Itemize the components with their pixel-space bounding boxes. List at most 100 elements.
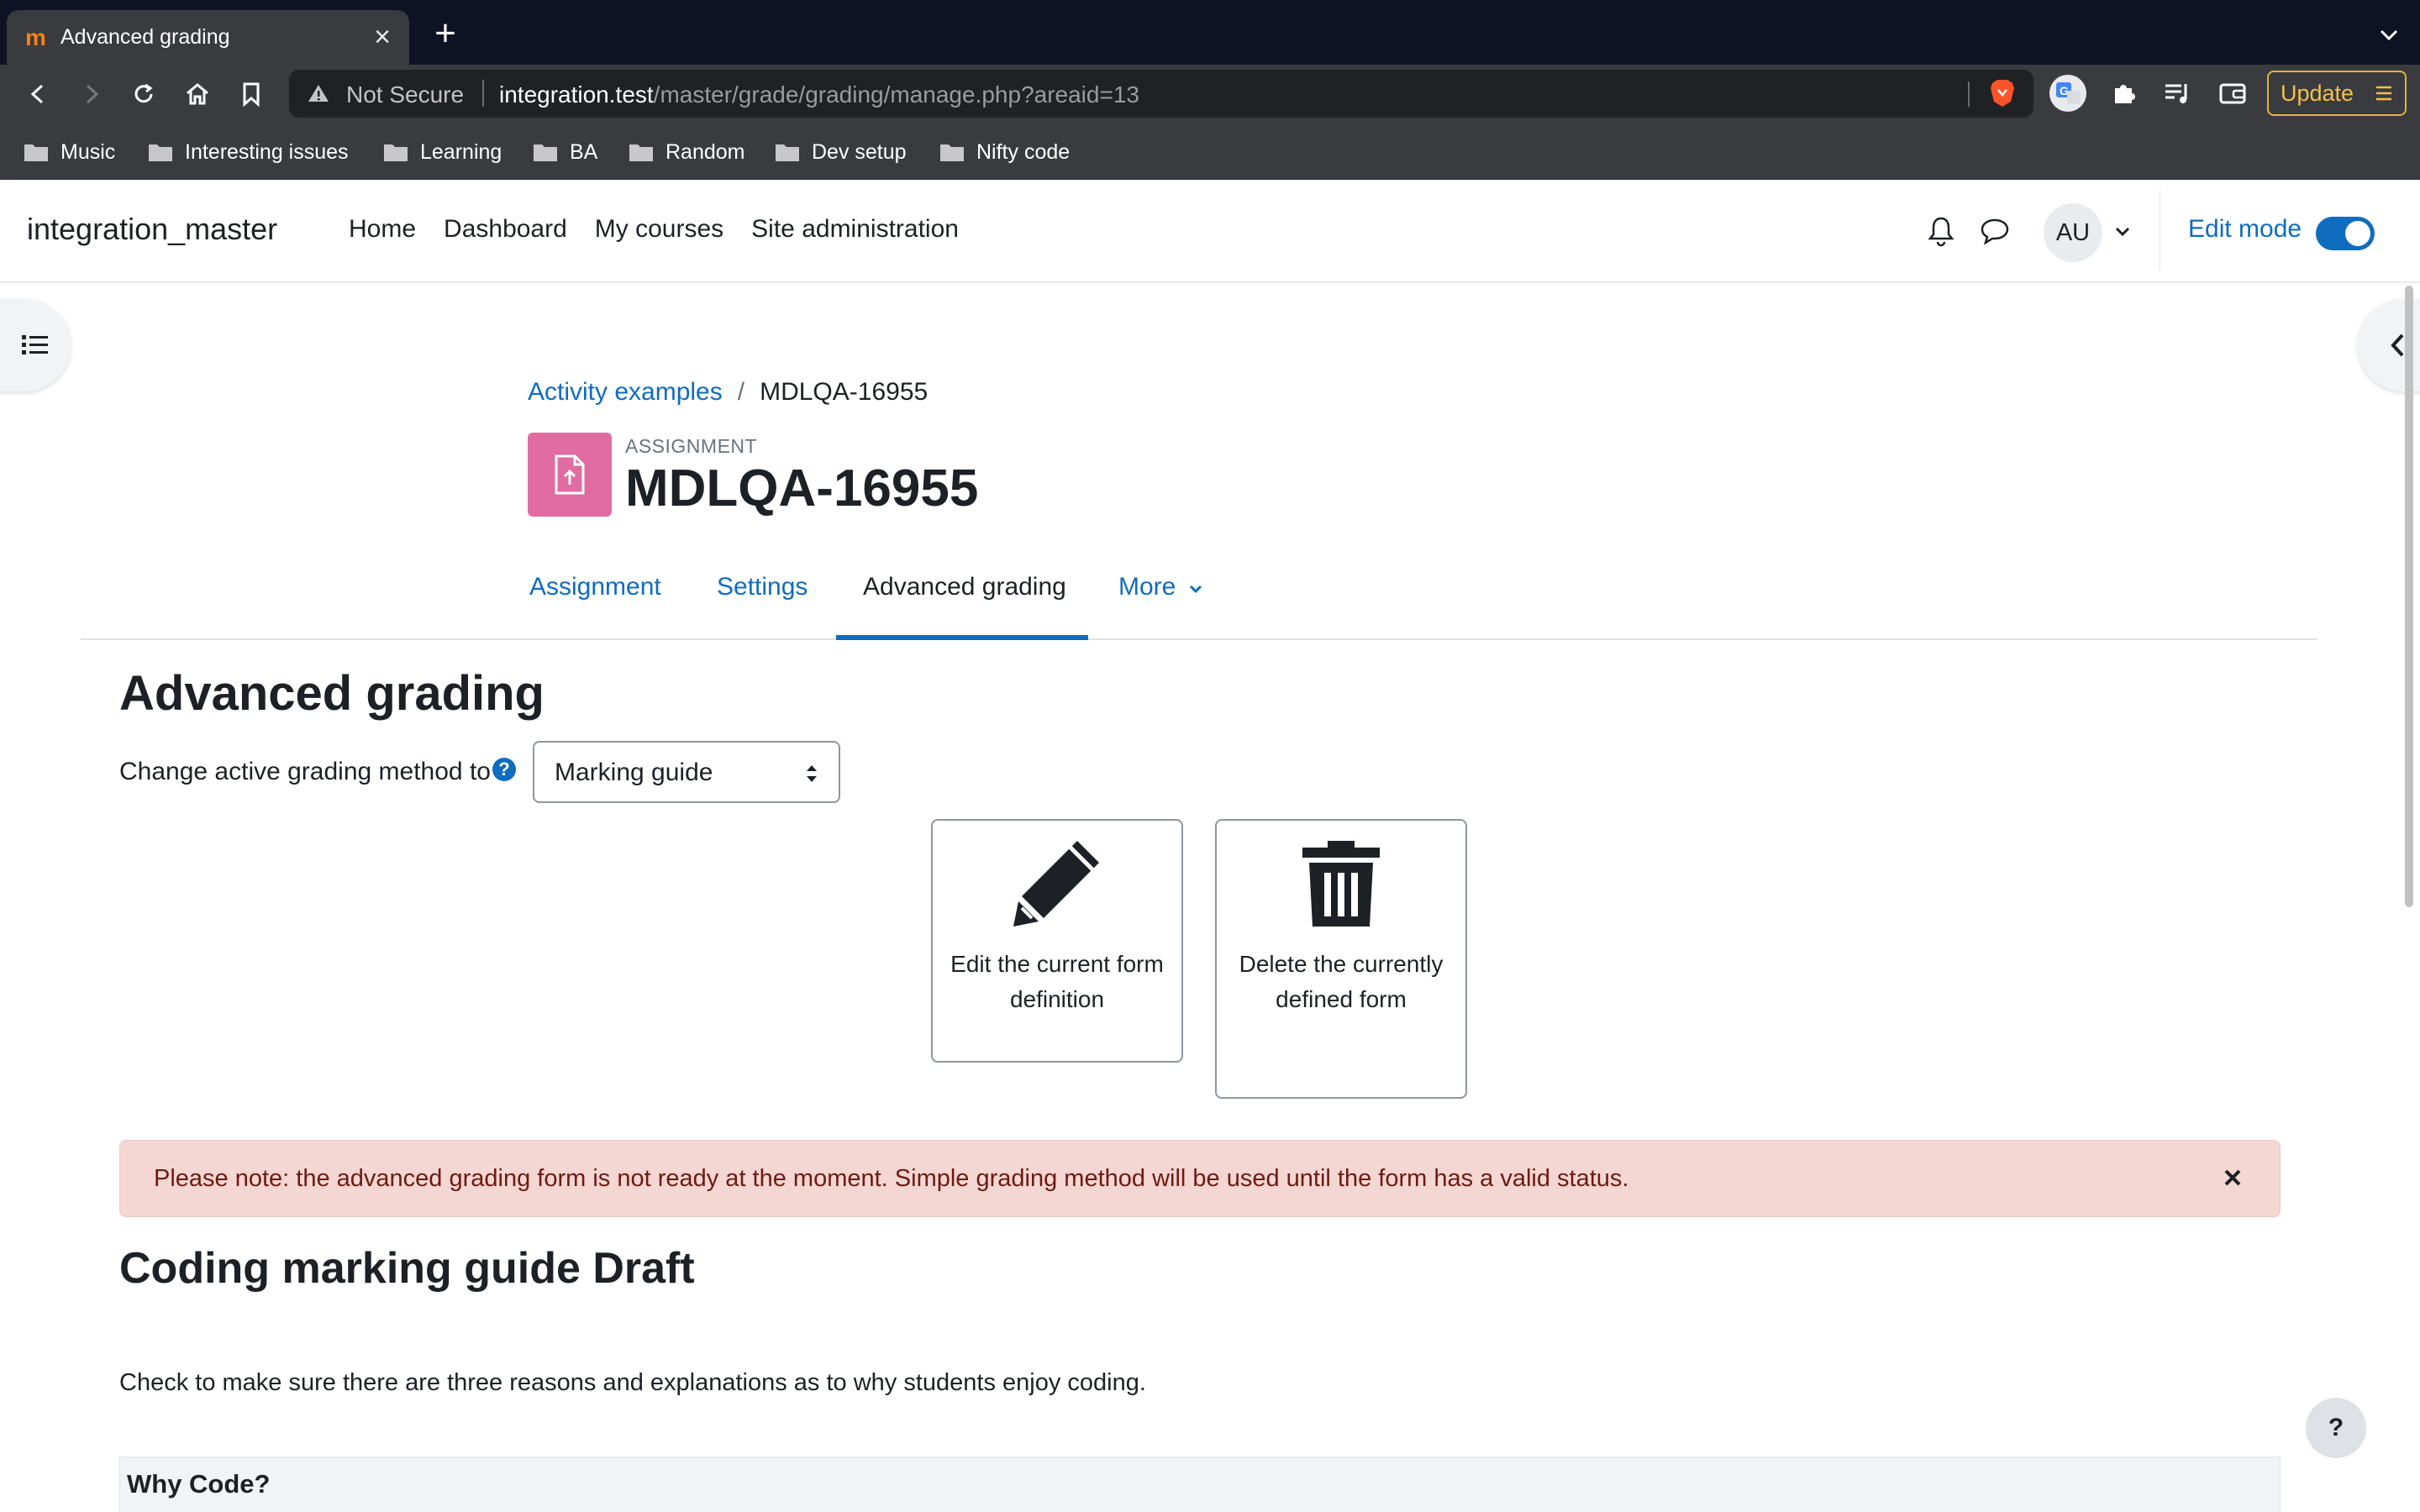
wallet-icon[interactable] <box>2213 74 2252 113</box>
nav-my-courses[interactable]: My courses <box>595 215 723 244</box>
folder-icon <box>776 144 799 161</box>
grading-method-selected: Marking guide <box>555 759 713 786</box>
user-avatar[interactable]: AU <box>2044 203 2102 262</box>
new-tab-icon[interactable]: + <box>429 15 462 52</box>
bookmark-label: Dev setup <box>812 139 907 164</box>
update-browser-button[interactable]: Update <box>2267 71 2407 116</box>
select-arrows-icon <box>807 765 817 782</box>
moodle-favicon-icon: m <box>25 24 46 50</box>
chevron-down-icon <box>1189 585 1202 594</box>
bookmark-folder-dev-setup[interactable]: Dev setup <box>775 138 907 166</box>
form-status-alert: Please note: the advanced grading form i… <box>119 1140 2281 1217</box>
warning-icon <box>308 85 329 102</box>
edit-mode-toggle[interactable] <box>2316 217 2375 250</box>
update-label: Update <box>2281 80 2354 106</box>
not-secure-label[interactable]: Not Secure <box>346 81 464 108</box>
address-bar[interactable]: Not Secure integration.test/master/grade… <box>289 70 2033 118</box>
breadcrumb-current: MDLQA-16955 <box>760 378 929 406</box>
course-index-drawer-button[interactable] <box>0 299 71 391</box>
folder-icon <box>24 144 48 161</box>
user-menu-chevron-down-icon[interactable] <box>2112 223 2133 240</box>
edit-form-definition-button[interactable]: Edit the current form definition <box>931 819 1183 1063</box>
bookmark-label: BA <box>570 139 598 164</box>
folder-icon <box>629 144 653 161</box>
bookmark-label: Learning <box>420 139 502 164</box>
breadcrumb-activity-examples[interactable]: Activity examples <box>528 378 723 407</box>
bookmark-folder-nifty-code[interactable]: Nifty code <box>939 138 1070 166</box>
playlist-icon[interactable] <box>2158 74 2196 113</box>
marking-guide-description: Check to make sure there are three reaso… <box>119 1369 1146 1396</box>
tab-title: Advanced grading <box>60 25 230 49</box>
delete-form-label: Delete the currently defined form <box>1239 951 1444 1012</box>
bookmark-folder-learning[interactable]: Learning <box>383 138 502 166</box>
menu-icon <box>2376 86 2391 101</box>
messages-chat-icon[interactable] <box>1980 217 2010 245</box>
bookmark-label: Interesting issues <box>185 139 349 164</box>
extensions-puzzle-icon[interactable] <box>2104 74 2143 113</box>
bookmark-icon[interactable] <box>234 76 269 112</box>
tab-advanced-grading[interactable]: Advanced grading <box>863 573 1066 601</box>
breadcrumb-separator: / <box>737 378 745 406</box>
criterion-row: Why Code? <box>119 1457 2281 1512</box>
chevron-left-icon <box>2391 333 2404 357</box>
tab-settings[interactable]: Settings <box>717 573 808 601</box>
folder-icon <box>384 144 408 161</box>
primary-navigation: Home Dashboard My courses Site administr… <box>349 215 959 244</box>
edit-mode-label[interactable]: Edit mode <box>2188 215 2302 244</box>
alert-message: Please note: the advanced grading form i… <box>154 1165 1629 1192</box>
close-icon[interactable] <box>2217 1163 2248 1193</box>
browser-tab-active[interactable]: m Advanced grading × <box>7 10 409 65</box>
list-icon <box>22 335 48 354</box>
folder-icon <box>940 144 964 161</box>
tab-list-chevron-icon[interactable] <box>2376 22 2402 47</box>
activity-type-label: ASSIGNMENT <box>625 435 758 457</box>
grading-method-label: Change active grading method to <box>119 758 491 785</box>
site-brand[interactable]: integration_master <box>27 212 277 247</box>
trash-icon <box>1302 841 1380 927</box>
home-icon[interactable] <box>180 76 215 112</box>
tab-assignment[interactable]: Assignment <box>529 573 661 601</box>
bookmark-label: Nifty code <box>976 139 1071 164</box>
nav-home[interactable]: Home <box>349 215 416 244</box>
folder-icon <box>149 144 172 161</box>
bookmark-folder-music[interactable]: Music <box>24 138 115 166</box>
browser-tabbar: m Advanced grading × + <box>0 0 2420 65</box>
tab-more-label: More <box>1118 573 1176 601</box>
bookmark-folder-ba[interactable]: BA <box>533 138 597 166</box>
breadcrumb: Activity examples / MDLQA-16955 <box>528 378 928 407</box>
translate-extension-icon[interactable]: G <box>2049 74 2087 113</box>
tab-more[interactable]: More <box>1118 573 1203 601</box>
url-separator <box>482 80 484 107</box>
help-question-icon: ? <box>2328 1414 2344 1441</box>
reload-icon[interactable] <box>126 76 161 112</box>
delete-form-button[interactable]: Delete the currently defined form <box>1215 819 1467 1099</box>
url-path: /master/grade/grading/manage.php?areaid=… <box>653 81 1139 108</box>
bookmark-folder-interesting-issues[interactable]: Interesting issues <box>148 138 349 166</box>
help-button[interactable]: ? <box>2306 1398 2366 1458</box>
pencil-icon <box>1013 841 1099 927</box>
criterion-name: Why Code? <box>127 1469 271 1499</box>
notifications-bell-icon[interactable] <box>1926 215 1956 247</box>
tab-close-icon[interactable]: × <box>367 22 397 52</box>
brave-shield-icon[interactable] <box>1988 78 2017 108</box>
marking-guide-heading: Coding marking guide Draft <box>119 1244 695 1293</box>
grading-method-select[interactable]: Marking guide <box>533 741 840 803</box>
url-host: integration.test <box>499 81 654 108</box>
site-navbar: integration_master Home Dashboard My cou… <box>0 180 2420 282</box>
edit-form-definition-label: Edit the current form definition <box>950 951 1164 1012</box>
folder-icon <box>534 144 557 161</box>
assignment-icon <box>528 433 612 517</box>
page-scrollbar[interactable] <box>2405 286 2413 907</box>
bookmark-label: Music <box>60 139 116 164</box>
bookmarks-bar: Music Interesting issues Learning BA Ran… <box>0 123 2420 180</box>
help-question-icon[interactable]: ? <box>492 758 516 781</box>
url-text[interactable]: integration.test/master/grade/grading/ma… <box>499 81 1139 108</box>
bookmark-folder-random[interactable]: Random <box>629 138 745 166</box>
url-separator-right <box>1968 81 1970 107</box>
back-icon[interactable] <box>20 76 55 112</box>
bookmark-label: Random <box>666 139 745 164</box>
nav-dashboard[interactable]: Dashboard <box>444 215 567 244</box>
page-title: MDLQA-16955 <box>625 459 979 517</box>
forward-icon[interactable] <box>74 76 109 112</box>
nav-site-administration[interactable]: Site administration <box>751 215 959 244</box>
